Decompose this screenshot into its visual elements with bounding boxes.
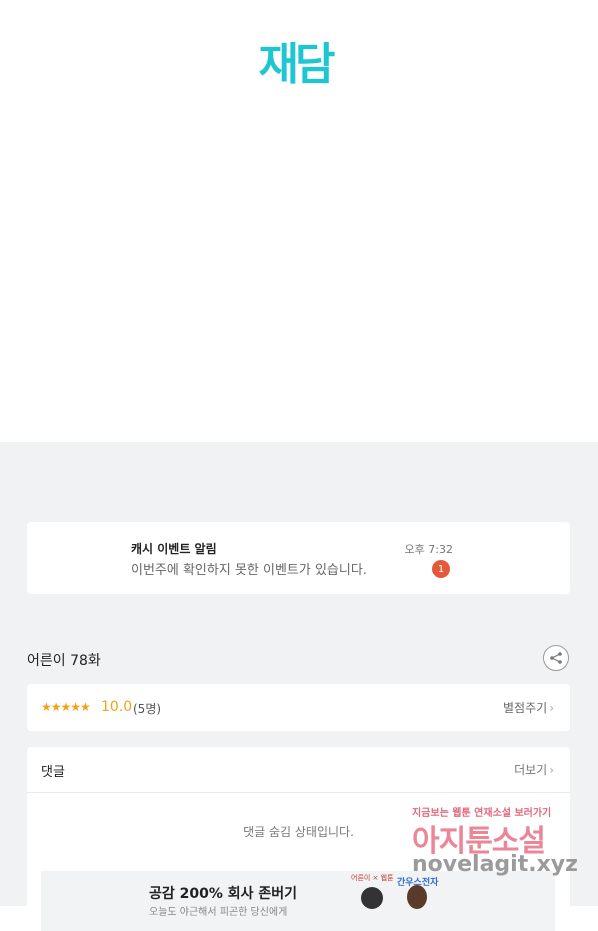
jaedam-logo[interactable]: 재담 — [235, 26, 355, 94]
notification-card[interactable]: 캐시 이벤트 알림 이번주에 확인하지 못한 이벤트가 있습니다. 오후 7:3… — [27, 522, 570, 594]
episode-title: 어른이 78화 — [27, 653, 101, 669]
comments-header: 댓글 더보기 › — [27, 747, 570, 793]
rate-button[interactable]: 별점주기 › — [503, 699, 554, 716]
character-2-image — [407, 885, 427, 909]
rating-count: (5명) — [133, 702, 162, 716]
banner-title: 공감 200% 회사 존버기 — [149, 886, 298, 902]
rating-stars: ★★★★★ — [41, 700, 91, 714]
comments-hidden-message: 댓글 숨김 상태입니다. — [243, 825, 354, 839]
notification-message: 이번주에 확인하지 못한 이벤트가 있습니다. — [131, 563, 367, 578]
notification-title: 캐시 이벤트 알림 — [131, 542, 217, 556]
notification-badge: 1 — [432, 560, 450, 578]
banner-label: 어른이 × 웹툰 — [351, 874, 394, 882]
comments-more-button[interactable]: 더보기 › — [514, 761, 554, 778]
share-icon — [550, 652, 562, 664]
notification-time: 오후 7:32 — [404, 543, 453, 556]
rating-score: 10.0 — [101, 699, 133, 715]
banner-subtitle: 오늘도 야근해서 피곤한 당신에게 — [149, 907, 288, 918]
rating-card: ★★★★★ 10.0 (5명) 별점주기 › — [27, 684, 570, 731]
chevron-right-icon: › — [549, 701, 554, 715]
chevron-right-icon: › — [549, 763, 554, 777]
content-area: 재담 — [0, 0, 598, 442]
comments-title: 댓글 — [41, 765, 65, 780]
share-button[interactable] — [543, 645, 569, 671]
rate-button-label: 별점주기 — [503, 701, 548, 715]
comments-more-label: 더보기 — [514, 763, 548, 777]
promo-banner[interactable]: 공감 200% 회사 존버기 오늘도 야근해서 피곤한 당신에게 어른이 × 웹… — [41, 871, 555, 931]
